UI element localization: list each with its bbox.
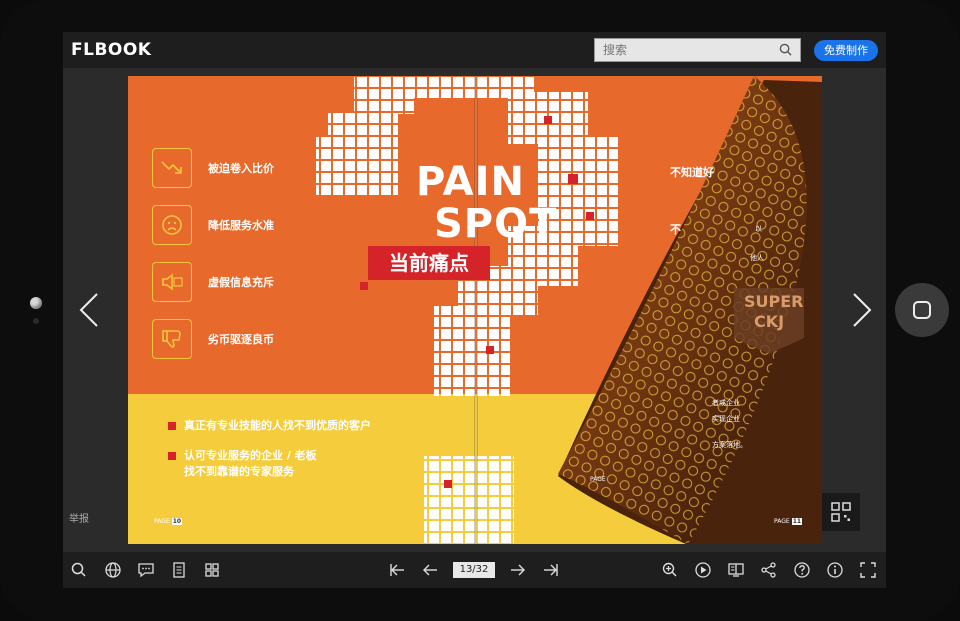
bullet-line: 找不到靠谱的专家服务 bbox=[184, 465, 294, 478]
globe-icon[interactable] bbox=[104, 561, 122, 579]
next-page-arrow-icon[interactable] bbox=[846, 290, 876, 330]
search-icon[interactable] bbox=[779, 43, 792, 56]
right-page-text: 实现企业 bbox=[712, 415, 740, 423]
home-button[interactable] bbox=[895, 283, 949, 337]
report-link[interactable]: 举报 bbox=[69, 510, 89, 525]
feature-item: 降低服务水准 bbox=[152, 205, 274, 245]
brand-text: CKJ bbox=[754, 312, 785, 331]
share-icon[interactable] bbox=[760, 561, 778, 579]
play-icon[interactable] bbox=[694, 561, 712, 579]
bullet-square-icon bbox=[168, 422, 176, 430]
right-page-text: 方案落地。 bbox=[712, 441, 747, 449]
pain-title: PAIN bbox=[416, 159, 525, 205]
feature-icon-box bbox=[152, 205, 192, 245]
feature-label: 降低服务水准 bbox=[208, 219, 274, 232]
search-input[interactable] bbox=[595, 39, 770, 61]
sensor-dot bbox=[33, 318, 39, 324]
feature-label: 劣币驱逐良币 bbox=[208, 333, 274, 346]
first-page-icon[interactable] bbox=[388, 561, 406, 579]
bullet-item: 真正有专业技能的人找不到优质的客户 bbox=[168, 418, 371, 434]
feature-icon-box bbox=[152, 319, 192, 359]
feature-item: 劣币驱逐良币 bbox=[152, 319, 274, 359]
chart-down-icon bbox=[161, 161, 182, 174]
top-bar: FLBOOK 免费制作 bbox=[63, 32, 886, 68]
feature-item: 被迫卷入比价 bbox=[152, 148, 274, 188]
right-page-text: 不知道好 bbox=[670, 166, 714, 179]
curl-page-label: PAGE bbox=[590, 476, 606, 483]
search-icon[interactable] bbox=[70, 561, 88, 579]
right-page-text: 者或企业 bbox=[712, 399, 740, 407]
bullet-square-icon bbox=[168, 452, 176, 460]
previous-page-arrow-icon[interactable] bbox=[75, 290, 105, 330]
document-icon[interactable] bbox=[170, 561, 188, 579]
tablet-frame: FLBOOK 免费制作 bbox=[0, 0, 960, 621]
screen: FLBOOK 免费制作 bbox=[63, 32, 886, 588]
bullet-item: 认可专业服务的企业 / 老板 找不到靠谱的专家服务 bbox=[168, 448, 317, 480]
make-free-button[interactable]: 免费制作 bbox=[814, 40, 878, 61]
camera-dot bbox=[30, 297, 42, 309]
fullscreen-icon[interactable] bbox=[859, 561, 877, 579]
flipbook[interactable]: PAIN SPOT 当前痛点 被迫卷入比价 降低服务水准 虚假信息充斥 劣币驱逐… bbox=[128, 76, 822, 544]
next-page-icon[interactable] bbox=[509, 561, 527, 579]
page-indicator[interactable]: 13/32 bbox=[453, 562, 495, 578]
help-icon[interactable] bbox=[793, 561, 811, 579]
thumbs-down-icon bbox=[162, 330, 181, 348]
comment-icon[interactable] bbox=[137, 561, 155, 579]
speaker-fake-icon bbox=[162, 273, 183, 291]
bottom-toolbar: 13/32 bbox=[63, 552, 886, 588]
last-page-icon[interactable] bbox=[542, 561, 560, 579]
zoom-in-icon[interactable] bbox=[661, 561, 679, 579]
feature-icon-box bbox=[152, 148, 192, 188]
logo: FLBOOK bbox=[71, 40, 152, 60]
book-spine bbox=[474, 76, 478, 544]
feature-label: 虚假信息充斥 bbox=[208, 276, 274, 289]
feature-icon-box bbox=[152, 262, 192, 302]
previous-page-icon[interactable] bbox=[421, 561, 439, 579]
home-square-icon bbox=[913, 301, 931, 319]
feature-item: 虚假信息充斥 bbox=[152, 262, 274, 302]
spot-title: SPOT bbox=[434, 201, 558, 247]
search-box[interactable] bbox=[594, 38, 801, 62]
bullet-line: 真正有专业技能的人找不到优质的客户 bbox=[184, 419, 371, 432]
brand-text: SUPER bbox=[744, 292, 804, 311]
bullet-line: 认可专业服务的企业 / 老板 bbox=[184, 449, 317, 462]
grid-icon[interactable] bbox=[203, 561, 221, 579]
right-page-text: 以 bbox=[755, 225, 762, 233]
book-view-icon[interactable] bbox=[727, 561, 745, 579]
subtitle-banner: 当前痛点 bbox=[368, 246, 490, 280]
info-icon[interactable] bbox=[826, 561, 844, 579]
sad-face-icon bbox=[162, 215, 182, 235]
left-page-label: PAGE 10 bbox=[154, 518, 183, 525]
qr-code-button[interactable] bbox=[822, 493, 860, 531]
right-page-text: 他人 bbox=[750, 254, 764, 262]
qr-code-icon bbox=[831, 502, 851, 522]
feature-label: 被迫卷入比价 bbox=[208, 162, 274, 175]
right-page-label: PAGE 11 bbox=[774, 518, 803, 525]
right-page-text: 不 bbox=[670, 223, 681, 236]
